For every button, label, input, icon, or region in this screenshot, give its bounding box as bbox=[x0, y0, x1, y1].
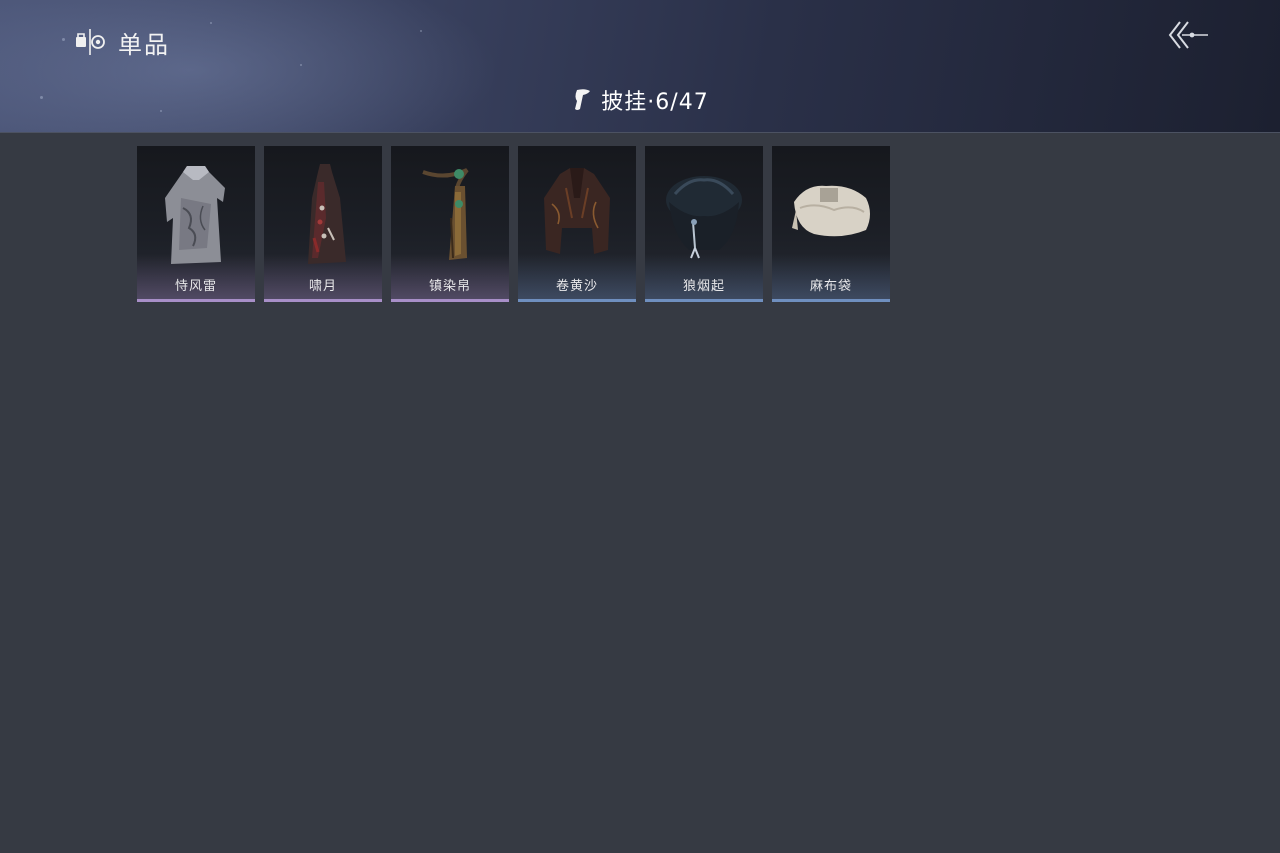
section-title-label: 单品 bbox=[118, 30, 170, 59]
rarity-bar bbox=[645, 299, 763, 302]
brown-coat-icon bbox=[544, 168, 610, 254]
wardrobe-icon bbox=[76, 29, 105, 55]
banner-speck bbox=[210, 22, 212, 24]
item-card[interactable]: 啸月 bbox=[264, 146, 382, 302]
item-name: 啸月 bbox=[308, 279, 337, 294]
rarity-bar bbox=[391, 299, 509, 302]
banner-speck bbox=[420, 30, 422, 32]
fur-mantle-icon bbox=[666, 176, 742, 259]
item-card[interactable]: 卷黄沙 bbox=[518, 146, 636, 302]
item-name: 麻布袋 bbox=[809, 279, 852, 294]
dark-red-cape-icon bbox=[308, 164, 346, 264]
jade-sash-icon bbox=[422, 168, 469, 260]
cape-icon bbox=[575, 89, 591, 110]
banner-speck bbox=[62, 38, 65, 41]
category-title-label: 披挂·6/47 bbox=[601, 90, 709, 115]
item-card[interactable]: 镇染帛 bbox=[391, 146, 509, 302]
rarity-bar bbox=[772, 299, 890, 302]
item-name: 镇染帛 bbox=[428, 279, 471, 294]
item-grid: 恃风雷 啸月 镇染帛 卷黄沙 狼烟起 麻布袋 bbox=[137, 146, 890, 302]
rarity-bar bbox=[518, 299, 636, 302]
item-card[interactable]: 恃风雷 bbox=[137, 146, 255, 302]
back-arrow-icon bbox=[1168, 21, 1208, 49]
section-title: 单品 bbox=[74, 24, 170, 60]
cloth-sack-icon bbox=[792, 185, 870, 237]
item-card[interactable]: 狼烟起 bbox=[645, 146, 763, 302]
category-title: 披挂·6/47 bbox=[0, 84, 1280, 116]
banner-speck bbox=[300, 64, 302, 66]
item-card[interactable]: 麻布袋 bbox=[772, 146, 890, 302]
item-name: 恃风雷 bbox=[174, 279, 217, 294]
grey-cloak-icon bbox=[165, 166, 225, 264]
rarity-bar bbox=[137, 299, 255, 302]
rarity-bar bbox=[264, 299, 382, 302]
item-name: 狼烟起 bbox=[682, 279, 725, 294]
top-banner: 单品 披挂·6/47 bbox=[0, 0, 1280, 133]
item-name: 卷黄沙 bbox=[555, 279, 598, 294]
back-button[interactable] bbox=[1166, 18, 1212, 52]
